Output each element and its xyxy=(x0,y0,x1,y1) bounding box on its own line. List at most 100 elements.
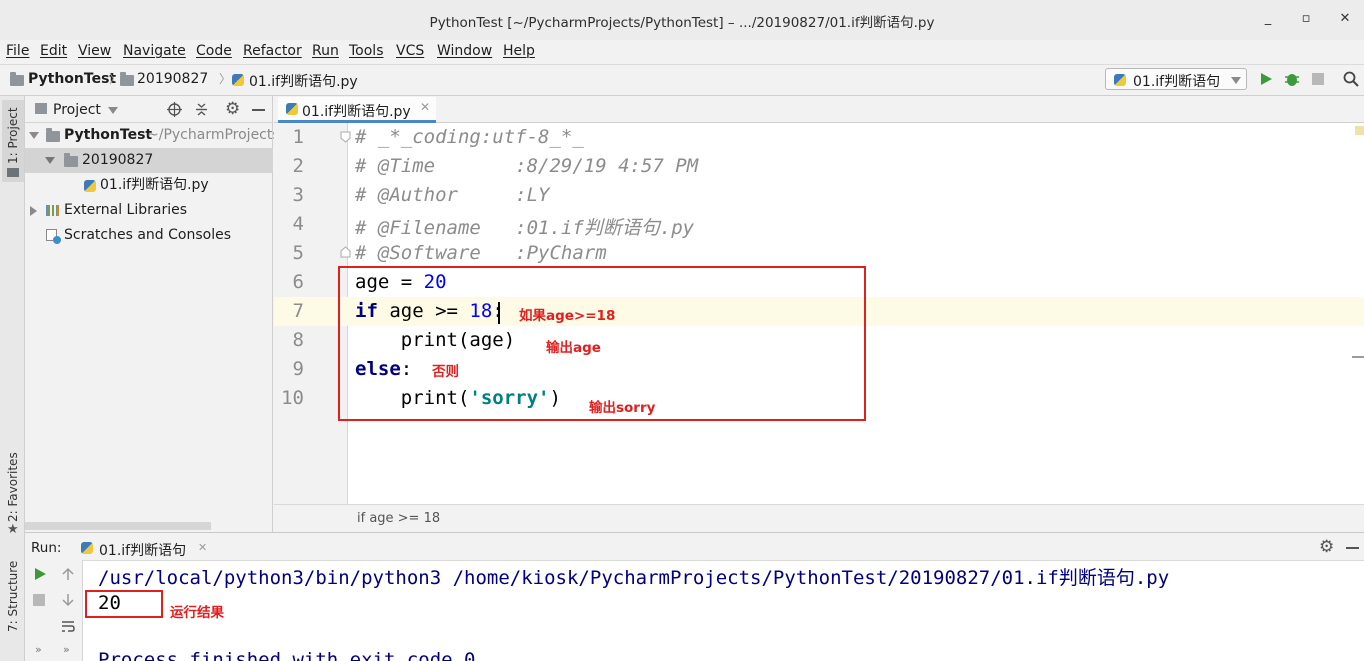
menu-file[interactable]: File xyxy=(6,43,29,59)
search-icon[interactable] xyxy=(1343,71,1359,87)
python-file-icon xyxy=(84,180,96,192)
annotation-line-8: 输出age xyxy=(546,340,601,356)
line-number: 6 xyxy=(292,271,304,293)
collapse-all-icon[interactable] xyxy=(194,102,209,117)
tree-row-root[interactable]: PythonTest ~/PycharmProjects/ xyxy=(25,123,284,148)
tree-file-name: 01.if判断语句.py xyxy=(100,177,209,193)
folder-icon xyxy=(64,153,78,167)
chevron-down-icon[interactable] xyxy=(1231,77,1241,84)
breadcrumb-separator: 〉 xyxy=(219,72,232,86)
annotation-line-9: 否则 xyxy=(432,364,459,380)
tree-row-folder[interactable]: 20190827 xyxy=(25,148,273,173)
hide-panel-icon[interactable] xyxy=(252,109,265,111)
code-line-5: # @Software :PyCharm xyxy=(355,242,607,264)
line-number: 5 xyxy=(292,242,304,264)
line-number: 4 xyxy=(292,213,304,235)
stop-icon[interactable] xyxy=(1312,73,1324,85)
run-tab-label[interactable]: 01.if判断语句 xyxy=(99,540,186,560)
menu-code[interactable]: Code xyxy=(196,43,232,59)
breadcrumb-folder[interactable]: 20190827 xyxy=(137,71,208,87)
project-panel-title[interactable]: Project xyxy=(53,102,101,118)
python-file-icon xyxy=(81,542,93,554)
more-icon[interactable]: » xyxy=(35,643,42,656)
code-line-2: # @Time :8/29/19 4:57 PM xyxy=(355,155,699,177)
line-number: 3 xyxy=(292,184,304,206)
library-icon xyxy=(46,205,59,216)
close-icon[interactable]: ✕ xyxy=(1335,9,1355,29)
code-line-4: # @Filename :01.if判断语句.py xyxy=(355,217,695,239)
line-number: 9 xyxy=(292,358,304,380)
project-view-icon xyxy=(35,103,47,114)
menu-edit[interactable]: Edit xyxy=(40,43,67,59)
horizontal-scrollbar[interactable] xyxy=(25,522,211,530)
structure-tool-label[interactable]: 7: Structure xyxy=(6,561,20,632)
menu-window[interactable]: Window xyxy=(437,43,492,59)
menu-run[interactable]: Run xyxy=(312,43,339,59)
more-icon[interactable]: » xyxy=(63,643,70,656)
tree-root-name: PythonTest xyxy=(64,127,153,143)
menu-vcs[interactable]: VCS xyxy=(396,43,424,59)
tree-row-scratches[interactable]: Scratches and Consoles xyxy=(25,223,273,248)
chevron-right-icon[interactable] xyxy=(30,206,37,216)
console-command: /usr/local/python3/bin/python3 /home/kio… xyxy=(98,567,1170,589)
tree-row-file[interactable]: 01.if判断语句.py xyxy=(25,173,273,198)
menu-refactor[interactable]: Refactor xyxy=(243,43,302,59)
python-file-icon xyxy=(286,103,298,115)
menu-help[interactable]: Help xyxy=(503,43,535,59)
project-tool-label[interactable]: 1: Project xyxy=(6,107,20,164)
fold-icon[interactable] xyxy=(340,246,351,258)
breadcrumb-project[interactable]: PythonTest xyxy=(28,71,116,87)
editor-breadcrumb[interactable]: if age >= 18 xyxy=(357,511,440,526)
python-file-icon xyxy=(232,74,244,86)
close-tab-icon[interactable]: ✕ xyxy=(198,541,207,554)
hide-panel-icon[interactable] xyxy=(1346,547,1359,549)
breadcrumb-file[interactable]: 01.if判断语句.py xyxy=(249,71,358,91)
tree-external-libraries: External Libraries xyxy=(64,202,187,218)
rerun-icon[interactable] xyxy=(33,567,47,581)
inspection-marker xyxy=(1355,126,1364,135)
tree-root-path: ~/PycharmProjects/ xyxy=(147,127,285,143)
tree-scratches: Scratches and Consoles xyxy=(64,227,231,243)
gear-icon[interactable]: ⚙ xyxy=(1319,537,1334,557)
annotation-line-10: 输出sorry xyxy=(589,400,656,416)
python-file-icon xyxy=(1114,74,1126,86)
annotation-box-result xyxy=(85,590,163,618)
chevron-down-icon[interactable] xyxy=(108,107,118,114)
console-finished: Process finished with exit code 0 xyxy=(98,649,476,661)
chevron-down-icon[interactable] xyxy=(29,132,39,139)
maximize-icon[interactable]: ▫ xyxy=(1296,9,1316,29)
folder-icon xyxy=(46,128,60,142)
tree-folder-name: 20190827 xyxy=(82,152,154,168)
close-tab-icon[interactable]: ✕ xyxy=(420,100,430,114)
run-configuration-label: 01.if判断语句 xyxy=(1133,74,1221,90)
favorites-tool-label[interactable]: 2: Favorites xyxy=(6,452,20,522)
menu-tools[interactable]: Tools xyxy=(349,43,384,59)
run-panel-label: Run: xyxy=(31,540,62,556)
minimize-icon[interactable]: _ xyxy=(1258,9,1278,29)
tree-row-external-libraries[interactable]: External Libraries xyxy=(25,198,273,223)
line-number: 2 xyxy=(292,155,304,177)
menu-view[interactable]: View xyxy=(78,43,111,59)
folder-icon xyxy=(10,72,24,86)
gear-icon[interactable]: ⚙ xyxy=(225,99,240,119)
line-number: 1 xyxy=(292,126,304,148)
annotation-result: 运行结果 xyxy=(170,605,224,621)
arrow-up-icon[interactable] xyxy=(61,567,75,581)
annotation-line-7: 如果age>=18 xyxy=(519,308,616,324)
soft-wrap-icon[interactable] xyxy=(61,619,75,633)
star-icon: ★ xyxy=(7,522,19,537)
locate-icon[interactable] xyxy=(167,102,182,117)
arrow-down-icon[interactable] xyxy=(61,593,75,607)
debug-icon[interactable] xyxy=(1284,71,1300,87)
menu-navigate[interactable]: Navigate xyxy=(123,43,186,59)
chevron-down-icon[interactable] xyxy=(45,157,55,164)
line-number: 10 xyxy=(281,387,304,409)
code-line-3: # @Author :LY xyxy=(355,184,550,206)
folder-icon xyxy=(120,72,134,86)
stop-icon[interactable] xyxy=(33,594,45,606)
fold-icon[interactable] xyxy=(340,131,351,143)
line-number: 8 xyxy=(292,329,304,351)
scroll-marker xyxy=(1352,356,1364,358)
run-icon[interactable] xyxy=(1259,72,1273,86)
clock-icon xyxy=(53,236,61,244)
